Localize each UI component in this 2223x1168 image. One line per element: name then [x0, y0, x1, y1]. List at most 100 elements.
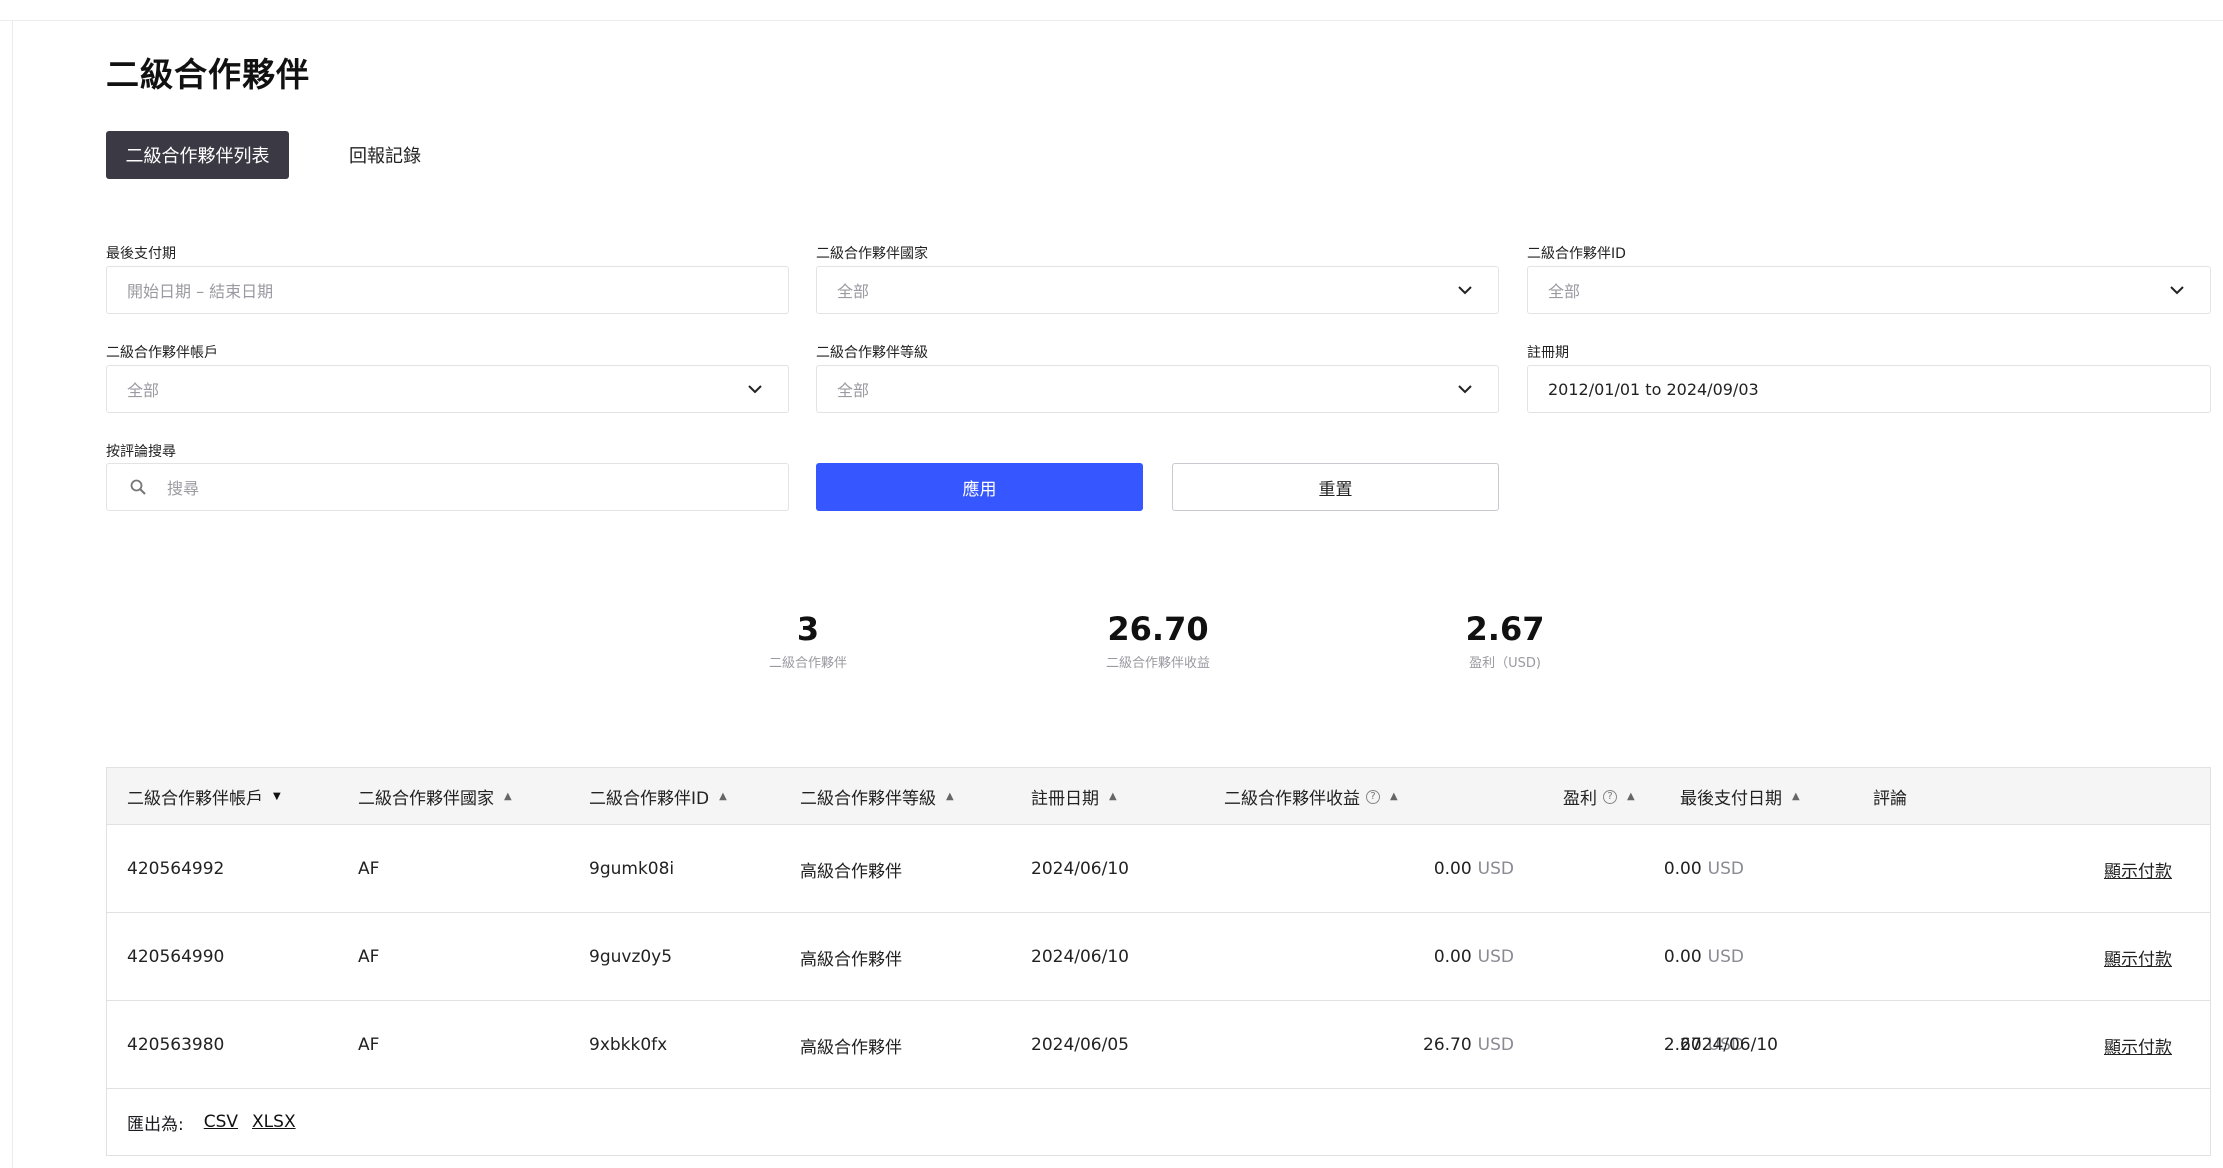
- col-country-header[interactable]: 二級合作夥伴國家 ▲: [358, 768, 512, 825]
- currency-unit: USD: [1477, 859, 1514, 879]
- country-label: 二級合作夥伴國家: [816, 246, 928, 262]
- partner-id-label: 二級合作夥伴ID: [1527, 246, 1626, 262]
- stat-partner-count: 3 二級合作夥伴: [748, 610, 868, 671]
- cell-action: 顯示付款: [2007, 913, 2172, 1001]
- account-select[interactable]: 全部: [106, 365, 789, 413]
- revenue-value: 0.00: [1433, 859, 1472, 879]
- export-label: 匯出為:: [127, 1114, 184, 1135]
- profit-value: 0.00: [1663, 859, 1702, 879]
- show-payments-link[interactable]: 顯示付款: [2104, 1033, 2172, 1058]
- col-revenue-header[interactable]: 二級合作夥伴收益? ▲: [1224, 768, 1398, 825]
- chevron-down-icon: [1458, 385, 1472, 394]
- cell-country: AF: [358, 859, 380, 879]
- sort-asc-icon: ▲: [1109, 791, 1117, 802]
- col-account-header[interactable]: 二級合作夥伴帳戶 ▼: [127, 768, 281, 825]
- currency-unit: USD: [1707, 859, 1744, 879]
- cell-country: AF: [358, 947, 380, 967]
- currency-unit: USD: [1707, 947, 1744, 967]
- cell-profit: 0.00 USD: [1524, 913, 1744, 1001]
- country-value: 全部: [837, 282, 870, 301]
- header-label: 二級合作夥伴收益: [1224, 789, 1360, 809]
- cell-profit: 0.00 USD: [1524, 825, 1744, 913]
- level-select[interactable]: 全部: [816, 365, 1499, 413]
- revenue-value: 26.70: [1423, 1035, 1472, 1055]
- left-divider: [12, 20, 13, 1168]
- country-select[interactable]: 全部: [816, 266, 1499, 314]
- help-icon[interactable]: ?: [1603, 789, 1617, 804]
- col-reg-date-header[interactable]: 註冊日期 ▲: [1031, 768, 1117, 825]
- cell-level: 高級合作夥伴: [800, 861, 902, 882]
- apply-button[interactable]: 應用: [816, 463, 1143, 511]
- cell-action: 顯示付款: [2007, 1001, 2172, 1089]
- table-header: 二級合作夥伴帳戶 ▼ 二級合作夥伴國家 ▲ 二級合作夥伴ID ▲ 二級合作夥伴等級 ▲ …: [107, 768, 2210, 825]
- cell-revenue: 26.70 USD: [1224, 1001, 1514, 1089]
- header-label: 最後支付日期: [1680, 789, 1782, 809]
- cell-id: 9xbkk0fx: [589, 1035, 668, 1055]
- sort-asc-icon: ▲: [1390, 791, 1398, 802]
- stat-partner-revenue: 26.70 二級合作夥伴收益: [1088, 610, 1228, 671]
- revenue-value: 0.00: [1433, 947, 1472, 967]
- sort-asc-icon: ▲: [719, 791, 727, 802]
- cell-last-payment: 2024/06/10: [1680, 1035, 1778, 1055]
- cell-revenue: 0.00 USD: [1224, 913, 1514, 1001]
- currency-unit: USD: [1477, 1035, 1514, 1055]
- stat-caption: 二級合作夥伴: [768, 656, 847, 671]
- export-csv-link[interactable]: CSV: [204, 1112, 238, 1132]
- comment-search-placeholder: 搜尋: [167, 479, 200, 498]
- header-label: 評論: [1873, 789, 1907, 809]
- cell-id: 9gumk08i: [589, 859, 675, 879]
- header-label: 二級合作夥伴等級: [800, 789, 936, 809]
- col-profit-header[interactable]: 盈利? ▲: [1563, 768, 1635, 825]
- col-comment-header: 評論: [1873, 768, 1907, 825]
- reset-button[interactable]: 重置: [1172, 463, 1499, 511]
- chevron-down-icon: [2170, 286, 2184, 295]
- show-payments-link[interactable]: 顯示付款: [2104, 857, 2172, 882]
- header-label: 二級合作夥伴ID: [589, 789, 710, 809]
- registration-date-range-input[interactable]: 2012/01/01 to 2024/09/03: [1527, 365, 2211, 413]
- tab-report-records[interactable]: 回報記錄: [340, 131, 430, 179]
- sort-asc-icon: ▲: [946, 791, 954, 802]
- partner-id-select[interactable]: 全部: [1527, 266, 2211, 314]
- last-payment-date-range-input[interactable]: 開始日期 – 結束日期: [106, 266, 789, 314]
- header-label: 二級合作夥伴帳戶: [127, 789, 263, 809]
- comment-search-input[interactable]: 搜尋: [106, 463, 789, 511]
- stat-profit: 2.67 盈利（USD): [1440, 610, 1570, 671]
- level-label: 二級合作夥伴等級: [816, 345, 928, 361]
- stat-caption: 盈利（USD): [1469, 656, 1541, 671]
- partners-table: 二級合作夥伴帳戶 ▼ 二級合作夥伴國家 ▲ 二級合作夥伴ID ▲ 二級合作夥伴等級 ▲ …: [106, 767, 2211, 1156]
- partner-id-value: 全部: [1548, 282, 1581, 301]
- sort-asc-icon: ▲: [504, 791, 512, 802]
- registration-value: 2012/01/01 to 2024/09/03: [1548, 379, 1759, 399]
- level-value: 全部: [837, 381, 870, 400]
- cell-country: AF: [358, 1035, 380, 1055]
- export-xlsx-link[interactable]: XLSX: [252, 1112, 296, 1132]
- stat-value: 3: [796, 610, 820, 648]
- header-label: 二級合作夥伴國家: [358, 789, 494, 809]
- registration-label: 註冊期: [1527, 345, 1569, 361]
- tab-partner-list[interactable]: 二級合作夥伴列表: [106, 131, 289, 179]
- stat-caption: 二級合作夥伴收益: [1105, 656, 1210, 671]
- cell-reg-date: 2024/06/05: [1031, 1035, 1129, 1055]
- header-label: 註冊日期: [1031, 789, 1099, 809]
- cell-revenue: 0.00 USD: [1224, 825, 1514, 913]
- stat-value: 26.70: [1107, 610, 1209, 648]
- currency-unit: USD: [1477, 947, 1514, 967]
- table-row: 420564992 AF 9gumk08i 高級合作夥伴 2024/06/10 …: [107, 825, 2210, 913]
- col-level-header[interactable]: 二級合作夥伴等級 ▲: [800, 768, 954, 825]
- cell-account: 420564990: [127, 947, 225, 967]
- cell-account: 420563980: [127, 1035, 225, 1055]
- help-icon[interactable]: ?: [1366, 789, 1380, 804]
- header-label: 盈利: [1563, 789, 1597, 809]
- table-row: 420563980 AF 9xbkk0fx 高級合作夥伴 2024/06/05 …: [107, 1001, 2210, 1089]
- cell-level: 高級合作夥伴: [800, 1037, 902, 1058]
- col-last-payment-header[interactable]: 最後支付日期 ▲: [1680, 768, 1800, 825]
- table-row: 420564990 AF 9guvz0y5 高級合作夥伴 2024/06/10 …: [107, 913, 2210, 1001]
- profit-value: 0.00: [1663, 947, 1702, 967]
- show-payments-link[interactable]: 顯示付款: [2104, 945, 2172, 970]
- col-id-header[interactable]: 二級合作夥伴ID ▲: [589, 768, 727, 825]
- last-payment-placeholder: 開始日期 – 結束日期: [127, 282, 274, 301]
- cell-action: 顯示付款: [2007, 825, 2172, 913]
- export-bar: 匯出為: CSV XLSX: [107, 1089, 2210, 1155]
- stat-value: 2.67: [1465, 610, 1545, 648]
- chevron-down-icon: [748, 385, 762, 394]
